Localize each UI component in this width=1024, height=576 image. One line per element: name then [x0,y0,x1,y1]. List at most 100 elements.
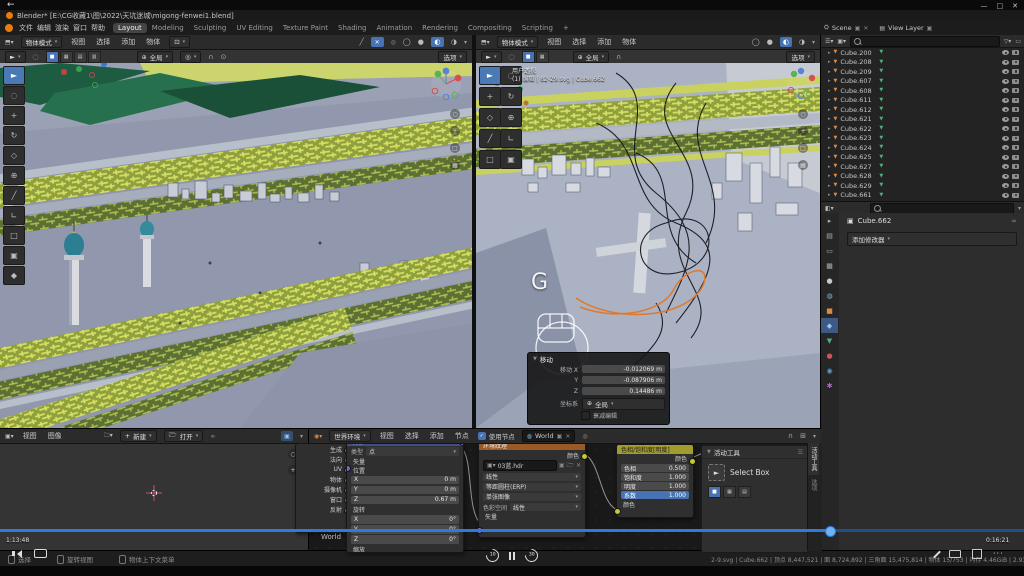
tab-options[interactable]: 选项 [808,475,819,495]
blender-menu-icon[interactable] [5,24,13,32]
hide-icon[interactable] [1002,60,1009,65]
active-tool-dropdown[interactable]: ► [481,51,502,63]
location-x[interactable]: X0 m [351,476,459,485]
tab-material-icon[interactable]: ● [821,348,838,363]
render-icon[interactable] [1012,164,1019,169]
select-mode-extend-icon[interactable]: ▦ [536,51,549,63]
tab-output-icon[interactable]: ▭ [821,243,838,258]
copy-icon[interactable]: ▣ [557,433,563,440]
render-icon[interactable] [1012,183,1019,188]
workspace-tab-add[interactable]: + [558,23,574,33]
collection-icon[interactable]: ▣▾ [837,38,846,45]
menu-file[interactable]: 文件 [17,23,35,33]
pan-hand-icon[interactable]: + [450,126,460,136]
shading-material-icon[interactable]: ◐ [780,37,792,47]
render-icon[interactable] [1012,50,1019,55]
outliner-row[interactable]: ▸▼Cube.612▼ [821,105,1024,115]
forward-30-icon[interactable]: 30 [522,546,540,564]
fullscreen-icon[interactable] [972,549,982,559]
proportional-dropdown[interactable]: ◎ [180,51,201,63]
hide-icon[interactable] [1002,117,1009,122]
outliner-row[interactable]: ▸▼Cube.611▼ [821,96,1024,106]
menu-node[interactable]: 节点 [453,431,471,441]
editor-type-icon[interactable]: ▣▾ [5,433,14,440]
outliner-row[interactable]: ▸▼Cube.661▼ [821,191,1024,201]
select-mode-extend-icon[interactable]: ▦ [60,51,73,63]
hide-icon[interactable] [1002,88,1009,93]
image-pin-icon[interactable]: ▣ [281,431,293,441]
select-subtract-icon[interactable]: ▤ [738,486,751,498]
orientation-dropdown[interactable]: ⊕全局 [573,51,610,63]
menu-select[interactable]: 选择 [94,37,112,47]
link-icon[interactable]: ∞ [210,433,215,440]
tool-transform[interactable]: ⊕ [500,108,522,127]
mode-dropdown[interactable]: 物体模式 [497,36,539,48]
outliner-row[interactable]: ▸▼Cube.629▼ [821,181,1024,191]
mode-dropdown[interactable]: 物体模式 [21,36,63,48]
menu-add[interactable]: 添加 [595,37,613,47]
new-image-button[interactable]: + 新建 [120,430,157,442]
outliner-row[interactable]: ▸▼Cube.627▼ [821,162,1024,172]
nav-gizmo[interactable] [782,64,820,108]
copy-icon[interactable]: ▣ [927,25,933,32]
tool-measure[interactable]: ∟ [3,206,25,225]
node-hue-saturation[interactable]: 色相/饱和度[明度] 颜色 色相0.500 饱和度1.000 明度1.000 系… [616,444,694,518]
tab-world-icon[interactable]: ◍ [821,288,838,303]
menu-edit[interactable]: 编辑 [35,23,53,33]
hide-icon[interactable] [1002,79,1009,84]
editor-type-icon[interactable]: ◧▾ [825,205,834,212]
socket-color-in[interactable] [614,508,621,515]
tool-measure[interactable]: ∟ [500,129,522,148]
maximize-icon[interactable]: □ [997,2,1004,10]
back-icon[interactable]: ← [7,0,15,10]
pause-icon[interactable] [509,552,515,560]
menu-image[interactable]: 图像 [46,431,64,441]
open-image-button[interactable]: 🗁 打开 [164,430,204,442]
hide-icon[interactable] [1002,126,1009,131]
outliner-search-input[interactable] [850,36,1000,47]
close-icon[interactable]: ✕ [1012,2,1018,10]
tool-rotate[interactable]: ↻ [500,87,522,106]
pin-icon[interactable]: ∞ [1011,217,1017,225]
hide-icon[interactable] [1002,69,1009,74]
shader-type-dropdown[interactable]: 世界环境 [329,430,371,442]
select-extend-icon[interactable]: ▦ [723,486,736,498]
filter-icon[interactable]: ▽▾ [1004,38,1012,45]
image-browse-icon[interactable]: 🗀▾ [104,431,113,441]
viewport-left-scene[interactable] [0,63,472,428]
menu-view[interactable]: 视图 [545,37,563,47]
copy-icon[interactable]: ▣ [855,25,861,32]
mapping-type-dropdown[interactable]: 点 [366,447,459,456]
active-tool-row[interactable]: ► Select Box [702,459,808,481]
zoom-icon[interactable]: ○ [450,109,460,119]
pan-hand-icon[interactable]: + [798,126,808,136]
shading-solid-icon[interactable]: ● [418,38,424,46]
open-image-icon[interactable]: 🗁 [567,461,574,471]
shading-dropdown-icon[interactable]: ▾ [812,39,815,46]
snap-magnet-icon[interactable]: ∩ [616,53,621,61]
tool-annotate[interactable]: ╱ [3,186,25,205]
select-mode-subtract-icon[interactable]: ▤ [74,51,87,63]
node-mapping[interactable]: 映射 类型 点 矢量 位置 X0 m Y0 m Z0.67 m 旋转 X0° Y… [346,436,464,553]
tool-extra-2[interactable]: ◆ [3,266,25,285]
video-progress-track[interactable] [0,529,1024,532]
tab-render-icon[interactable]: ▤ [821,228,838,243]
collapse-icon[interactable]: ▼ [707,449,711,455]
shading-rendered-icon[interactable]: ◑ [451,38,457,46]
tool-scale[interactable]: ◇ [3,146,25,165]
video-progress-handle[interactable] [825,526,836,537]
workspace-tab-texturepaint[interactable]: Texture Paint [278,23,333,33]
outliner-row[interactable]: ▸▼Cube.623▼ [821,134,1024,144]
hide-icon[interactable] [1002,155,1009,160]
hide-icon[interactable] [1002,145,1009,150]
render-icon[interactable] [1012,79,1019,84]
menu-view[interactable]: 视图 [21,431,39,441]
render-icon[interactable] [1012,126,1019,131]
shader-editor[interactable]: ◉▾ 世界环境 视图 选择 添加 节点 ✓ 使用节点 ◍ World ▣ ✕ ◎… [308,428,821,551]
workspace-tab-shading[interactable]: Shading [333,23,371,33]
node-texture-coordinate[interactable]: 生成 法向 UV 物体 摄像机 窗口 反射 [295,443,349,533]
nav-gizmo[interactable] [424,64,468,108]
more-options-icon[interactable]: ··· [993,549,1004,558]
tab-object-icon[interactable]: ■ [821,303,838,318]
outliner-row[interactable]: ▸▼Cube.200▼ [821,48,1024,58]
